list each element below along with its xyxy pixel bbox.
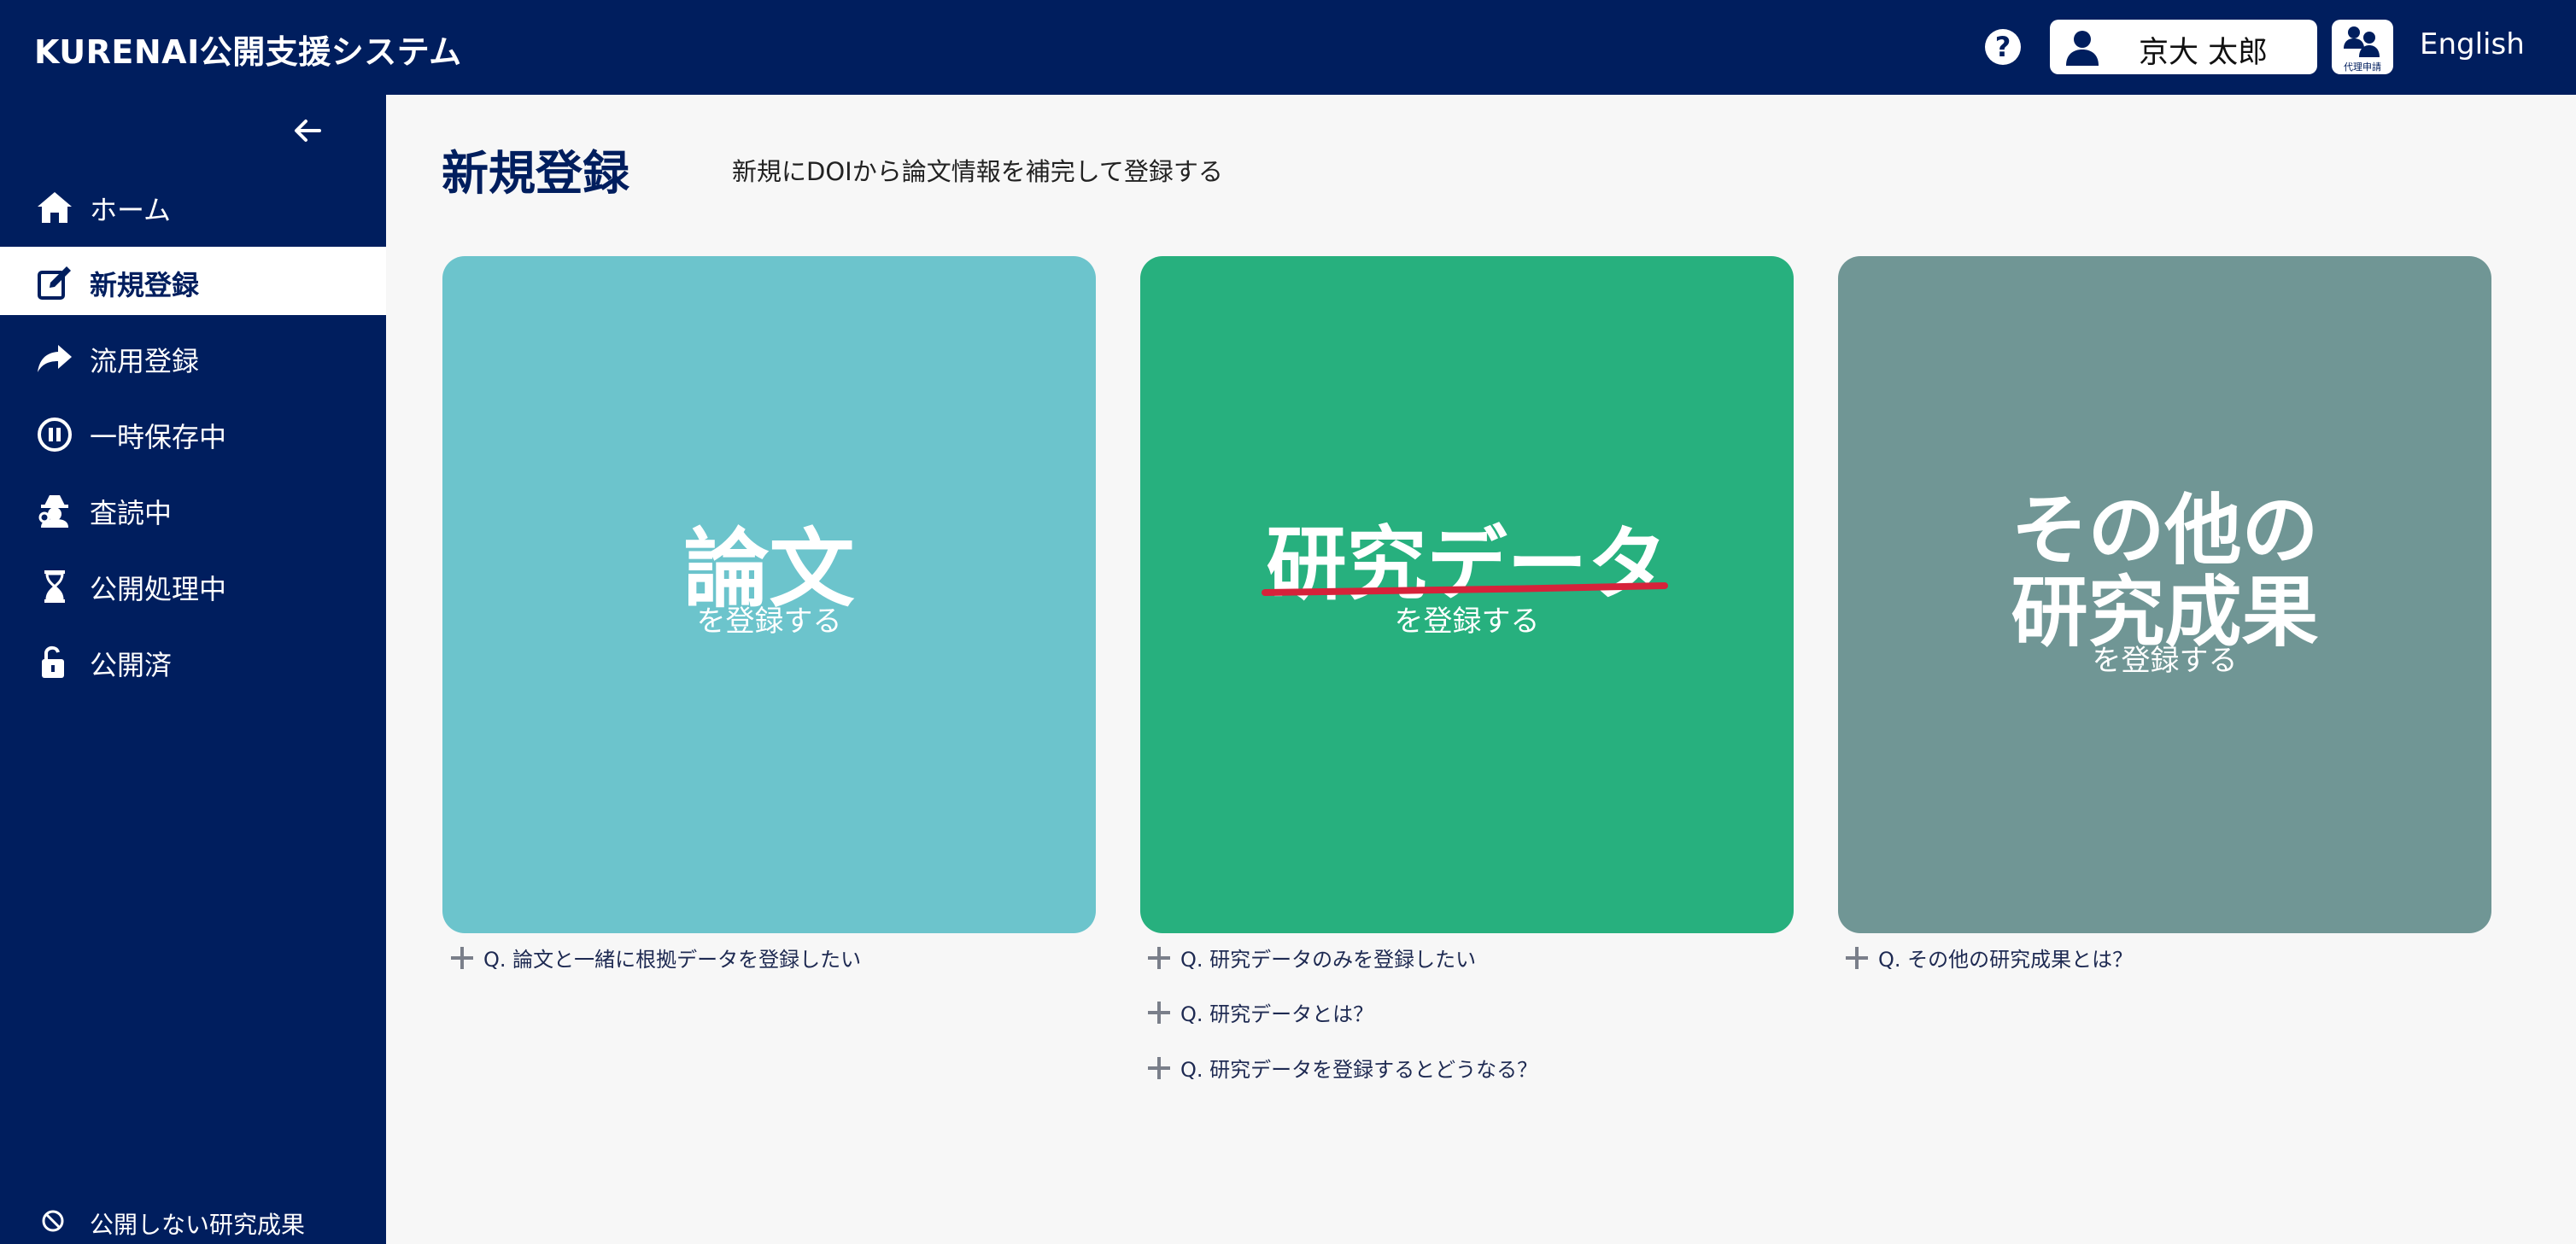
card-subtitle: を登録する (2092, 644, 2238, 678)
help-button[interactable]: ? (1985, 29, 2021, 65)
register-other-results-card[interactable]: その他の 研究成果 を登録する (1838, 256, 2491, 933)
pause-icon (38, 418, 72, 452)
sidebar-item-new-registration[interactable]: 新規登録 (0, 247, 386, 315)
top-header: KURENAI公開支援システム ? 京大 太郎 代理申請 English (0, 0, 2576, 95)
highlight-underline (1262, 582, 1668, 596)
user-name: 京大 太郎 (2139, 36, 2269, 70)
faq-item[interactable]: Q. 研究データのみを登録したい (1148, 943, 1476, 972)
page-title: 新規登録 (442, 146, 630, 201)
sidebar-item-reuse-registration[interactable]: 流用登録 (0, 323, 386, 391)
faq-label: Q. 研究データのみを登録したい (1180, 948, 1477, 972)
sidebar-item-published[interactable]: 公開済 (0, 627, 386, 695)
sidebar-item-draft[interactable]: 一時保存中 (0, 399, 386, 467)
share-arrow-icon (38, 345, 72, 372)
faq-item[interactable]: Q. その他の研究成果とは？ (1846, 943, 2133, 972)
sidebar-item-publishing[interactable]: 公開処理中 (0, 551, 386, 619)
hourglass-icon (44, 570, 65, 603)
sidebar-item-label: 新規登録 (90, 269, 200, 301)
sidebar: ホーム 新規登録 流用登録 一時保存中 査読中 公開処理中 公開済 公開しない研… (0, 95, 386, 1244)
card-subtitle: を登録する (1394, 604, 1540, 639)
proxy-application-button[interactable]: 代理申請 (2332, 20, 2393, 74)
faq-label: Q. その他の研究成果とは？ (1878, 948, 2134, 972)
sidebar-item-label: 査読中 (90, 497, 173, 529)
sidebar-item-peer-review[interactable]: 査読中 (0, 475, 386, 543)
language-switch[interactable]: English (2420, 27, 2525, 61)
sidebar-item-label: 公開処理中 (90, 573, 227, 605)
page-description: 新規にDOIから論文情報を補完して登録する (732, 157, 1223, 186)
help-icon: ? (1994, 31, 2011, 63)
proxy-label: 代理申請 (2344, 61, 2381, 73)
card-subtitle: を登録する (696, 604, 842, 639)
detective-icon (38, 495, 68, 528)
plus-icon (451, 946, 473, 969)
plus-icon (1846, 946, 1868, 969)
faq-item[interactable]: Q. 研究データを登録するとどうなる？ (1148, 1053, 1537, 1083)
unlock-icon (42, 645, 64, 678)
register-research-data-card[interactable]: 研究データ を登録する (1140, 256, 1794, 933)
plus-icon (1148, 946, 1170, 969)
sidebar-item-label: ホーム (90, 194, 172, 226)
register-paper-card[interactable]: 論文 を登録する (442, 256, 1096, 933)
sidebar-item-unpublished-results[interactable]: 公開しない研究成果 (0, 1201, 386, 1244)
edit-icon (38, 266, 71, 300)
plus-icon (1148, 1001, 1170, 1024)
sidebar-item-home[interactable]: ホーム (0, 172, 386, 240)
faq-label: Q. 研究データを登録するとどうなる？ (1180, 1058, 1538, 1082)
home-icon (38, 192, 72, 223)
faq-item[interactable]: Q. 論文と一緒に根拠データを登録したい (451, 943, 861, 972)
app-title[interactable]: KURENAI公開支援システム (34, 26, 462, 73)
sidebar-item-label: 公開しない研究成果 (90, 1211, 306, 1239)
collapse-sidebar-icon[interactable] (290, 114, 325, 148)
sidebar-item-label: 公開済 (90, 649, 173, 681)
faq-label: Q. 研究データとは？ (1180, 1002, 1374, 1026)
faq-label: Q. 論文と一緒に根拠データを登録したい (483, 948, 862, 972)
user-icon (2066, 31, 2099, 66)
plus-icon (1148, 1056, 1170, 1079)
sidebar-item-label: 一時保存中 (90, 421, 227, 453)
sidebar-item-label: 流用登録 (90, 345, 200, 377)
proxy-user-icon (2344, 26, 2380, 57)
faq-item[interactable]: Q. 研究データとは？ (1148, 997, 1373, 1027)
user-menu-button[interactable]: 京大 太郎 (2050, 20, 2317, 74)
ban-icon (42, 1210, 64, 1232)
